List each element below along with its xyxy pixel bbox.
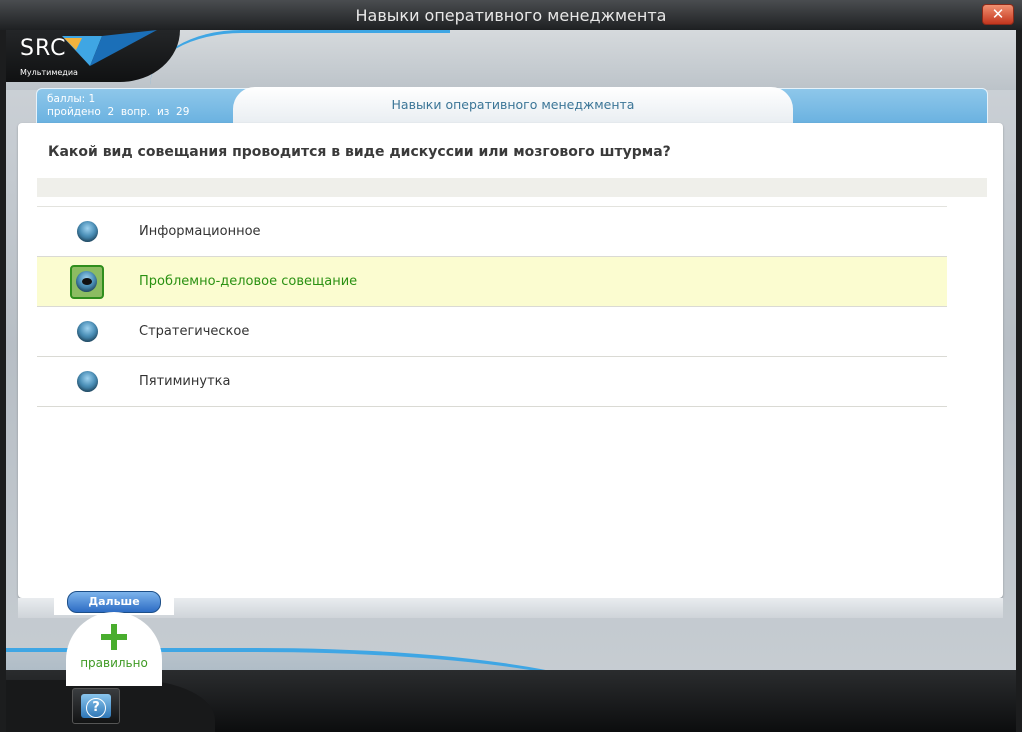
next-button[interactable]: Дальше: [67, 591, 161, 613]
question-card: Какой вид совещания проводится в виде ди…: [18, 123, 1003, 598]
close-icon: ✕: [991, 5, 1005, 23]
help-button[interactable]: ?: [72, 688, 120, 724]
radio-button[interactable]: [77, 321, 98, 342]
score-text: баллы: 1: [47, 93, 96, 105]
radio-button[interactable]: [77, 371, 98, 392]
logo-subtitle: Мультимедиа: [20, 68, 78, 77]
plus-icon: [101, 624, 127, 650]
left-edge: [0, 30, 6, 732]
right-edge: [1016, 30, 1022, 732]
help-glyph: ?: [86, 698, 106, 718]
result-label: правильно: [80, 656, 148, 670]
answer-option-1[interactable]: Информационное: [37, 207, 947, 257]
result-indicator: правильно: [66, 612, 162, 686]
radio-dot-icon: [82, 278, 92, 285]
question-divider-strip: [37, 178, 987, 197]
course-title: Навыки оперативного менеджмента: [391, 97, 635, 112]
radio-button-selected[interactable]: [70, 265, 104, 299]
app-frame: SRC Мультимедиа баллы: 1 пройдено 2 вопр…: [0, 30, 1022, 732]
window-titlebar: Навыки оперативного менеджмента ✕: [0, 0, 1022, 30]
course-tab: Навыки оперативного менеджмента: [233, 87, 793, 123]
help-icon: ?: [81, 694, 111, 718]
answer-option-3[interactable]: Стратегическое: [37, 307, 947, 357]
answer-label: Проблемно-деловое совещание: [139, 274, 358, 289]
src-logo-icon: [62, 30, 157, 66]
answer-option-4[interactable]: Пятиминутка: [37, 357, 947, 407]
progress-text: пройдено 2 вопр. из 29: [47, 106, 190, 118]
answer-label: Стратегическое: [139, 324, 250, 339]
answer-label: Информационное: [139, 224, 261, 239]
info-text: баллы: 1 пройдено 2 вопр. из 29: [47, 93, 189, 119]
answer-option-2[interactable]: Проблемно-деловое совещание: [37, 257, 947, 307]
answer-label: Пятиминутка: [139, 374, 231, 389]
close-button[interactable]: ✕: [982, 4, 1014, 25]
logo-wave-decoration: [150, 30, 450, 85]
logo-text: SRC: [20, 36, 67, 61]
radio-button[interactable]: [77, 221, 98, 242]
question-text: Какой вид совещания проводится в виде ди…: [48, 144, 671, 160]
window-title: Навыки оперативного менеджмента: [355, 6, 667, 25]
